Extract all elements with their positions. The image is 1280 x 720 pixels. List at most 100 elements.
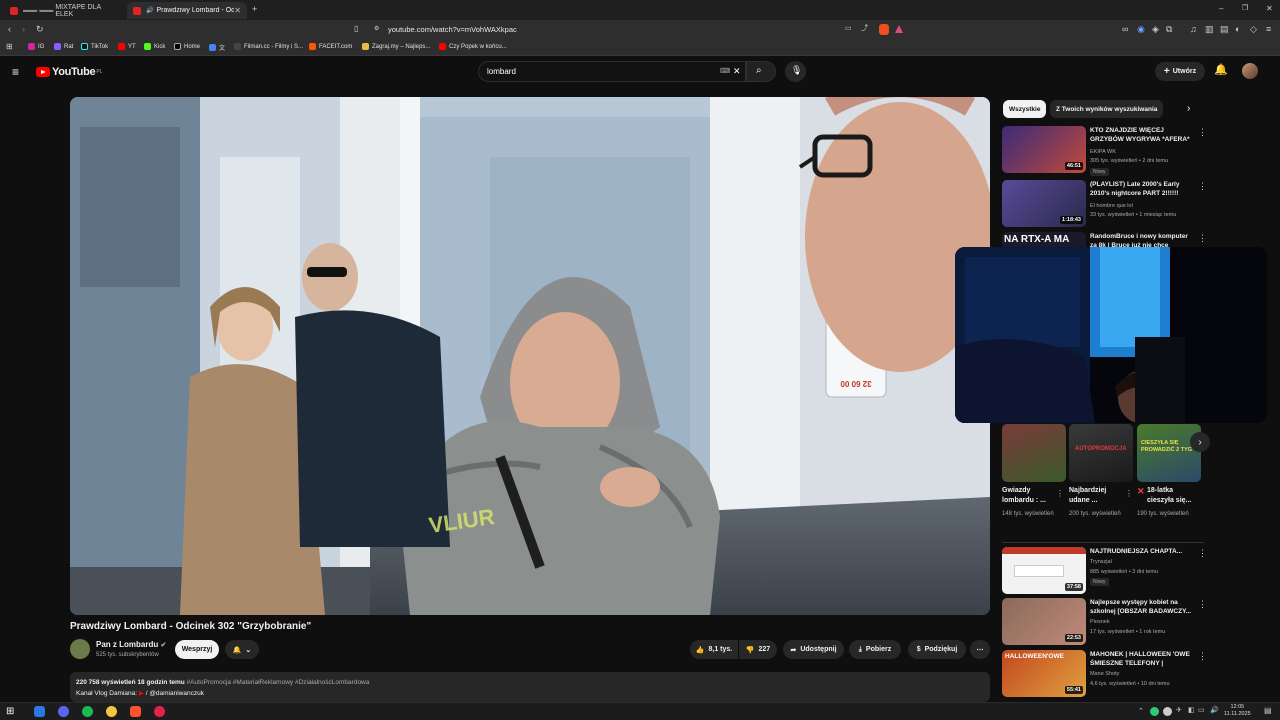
bookmark-faceit[interactable]: FACEIT.com: [309, 43, 352, 50]
more-vert-icon[interactable]: ⋮: [1198, 599, 1207, 610]
back-icon[interactable]: ‹: [8, 25, 11, 34]
more-vert-icon[interactable]: ⋮: [1056, 490, 1064, 498]
recommendation-item[interactable]: HALLOWEEN'OWE 55:41 MAHONEK | HALLOWEEN …: [1002, 650, 1207, 700]
video-player[interactable]: SOLID 32 60 00 VLIUR: [70, 97, 990, 615]
bookmark-rat[interactable]: Rat: [54, 43, 73, 50]
forward-icon[interactable]: ›: [22, 25, 25, 34]
chip-all[interactable]: Wszystkie: [1003, 100, 1047, 118]
reload-icon[interactable]: ↻: [36, 25, 44, 34]
dislike-button[interactable]: 👎 227: [739, 640, 777, 659]
new-tab-icon[interactable]: +: [252, 5, 257, 14]
leo-icon[interactable]: ◇: [1250, 25, 1257, 34]
bookmark-icon[interactable]: ▯: [354, 25, 358, 33]
bookmark-yt[interactable]: YT: [118, 43, 136, 50]
extension-icon[interactable]: ∞: [1122, 25, 1128, 34]
recommendation-item[interactable]: 37:58 NAJTRUDNIEJSZA CHAPTA... Trynszjal…: [1002, 547, 1207, 597]
recommendation-item[interactable]: 46:51 KTO ZNAJDZIE WIĘCEJ GRZYBÓW WYGRYW…: [1002, 126, 1207, 176]
bookmark-translate[interactable]: 文: [209, 43, 225, 52]
network-icon[interactable]: ▭: [1198, 706, 1205, 714]
tab-prawdziwy-lombard[interactable]: 🔊 Prawdziwy Lombard - Odcin ✕: [127, 2, 247, 19]
more-vert-icon[interactable]: ⋮: [1125, 490, 1133, 498]
channel-name[interactable]: Pan z Lombardu ✔: [96, 640, 166, 649]
volume-icon[interactable]: 🔊: [1210, 706, 1219, 714]
support-button[interactable]: Wesprzyj: [175, 640, 219, 659]
youtube-logo[interactable]: YouTube PL: [36, 66, 102, 78]
vpn-icon[interactable]: ◐: [1235, 25, 1240, 34]
chevron-right-icon[interactable]: ›: [1187, 104, 1190, 114]
notifications-dropdown[interactable]: 🔔 ⌄: [225, 640, 259, 659]
spotify-icon[interactable]: [82, 706, 93, 717]
windows-start-icon[interactable]: ⊞: [6, 706, 14, 717]
clear-search-icon[interactable]: ✕: [733, 67, 741, 76]
tab-mixtape[interactable]: ▬▬·▬▬ MIXTAPE DLA ELEK: [4, 2, 122, 19]
voice-search-button[interactable]: 🎙: [785, 61, 806, 82]
media-icon[interactable]: ♫: [1190, 25, 1197, 34]
share-button[interactable]: ➦ Udostępnij: [783, 640, 844, 659]
extension-icon[interactable]: ◈: [1152, 25, 1159, 34]
app-icon[interactable]: [154, 706, 165, 717]
description-box[interactable]: 220 758 wyświetleń 18 godzin temu #AutoP…: [70, 672, 990, 702]
menu-icon[interactable]: ≡: [1266, 25, 1271, 34]
close-tab-icon[interactable]: ✕: [234, 6, 241, 15]
sidebar-icon[interactable]: ▥: [1205, 25, 1214, 34]
bookmark-kick[interactable]: Kick: [144, 43, 165, 50]
create-button[interactable]: + Utwórz: [1155, 62, 1205, 81]
keyboard-icon[interactable]: ⌨: [720, 68, 730, 75]
share-page-icon[interactable]: ⤴: [861, 25, 868, 32]
like-button[interactable]: 👍 8,1 tys.: [690, 640, 738, 659]
brave-icon[interactable]: [130, 706, 141, 717]
shorts-next-button[interactable]: ›: [1190, 432, 1210, 452]
bookmark-ig[interactable]: IG: [28, 43, 44, 50]
rec-meta: 33 tys. wyświetleń • 1 miesiąc temu: [1090, 212, 1177, 218]
notification-center-icon[interactable]: ▤: [1264, 706, 1272, 715]
brave-rewards-icon[interactable]: [895, 25, 903, 33]
chrome-icon[interactable]: [106, 706, 117, 717]
minimize-icon[interactable]: –: [1219, 5, 1223, 13]
download-button[interactable]: ⤓ Pobierz: [849, 640, 901, 659]
channel-link[interactable]: / @damianiwanczuk: [146, 690, 204, 697]
channel-avatar[interactable]: [70, 639, 90, 659]
more-vert-icon[interactable]: ⋮: [1198, 181, 1207, 192]
recommendation-item[interactable]: 22:53 Najlepsze występy kobiet na szkoln…: [1002, 598, 1207, 648]
bookmark-home[interactable]: Home: [174, 43, 200, 50]
more-vert-icon[interactable]: ⋮: [1198, 233, 1207, 244]
recommendation-item[interactable]: 1:18:43 (PLAYLIST) Late 2000's Early 201…: [1002, 180, 1207, 230]
account-avatar[interactable]: [1242, 63, 1258, 79]
maximize-icon[interactable]: ❐: [1242, 5, 1248, 12]
site-info-icon[interactable]: ⚙: [374, 26, 379, 32]
bookmark-zagraj[interactable]: Zagraj.my – Najleps...: [362, 43, 430, 50]
hashtags[interactable]: #AutoPromocja #MateriałReklamowy #Działa…: [187, 679, 370, 686]
extensions-icon[interactable]: ⧉: [1166, 25, 1172, 34]
brave-shield-icon[interactable]: [879, 24, 889, 35]
close-window-icon[interactable]: ✕: [1266, 5, 1273, 13]
tray-app-icon[interactable]: ✈: [1176, 706, 1182, 714]
more-vert-icon[interactable]: ⋮: [1198, 651, 1207, 662]
chip-search-results[interactable]: Z Twoich wyników wyszukiwania: [1050, 100, 1164, 118]
extension-icon[interactable]: ◉: [1137, 25, 1145, 34]
tray-overflow-icon[interactable]: ⌃: [1138, 707, 1144, 715]
more-vert-icon[interactable]: ⋮: [1198, 548, 1207, 559]
file-explorer-icon[interactable]: [34, 706, 45, 717]
discord-icon[interactable]: [58, 706, 69, 717]
bookmark-popek[interactable]: Czy Popek w końcu...: [439, 43, 507, 50]
thanks-button[interactable]: $ Podziękuj: [908, 640, 966, 659]
tray-app-icon[interactable]: [1163, 707, 1172, 716]
more-actions-button[interactable]: ⋯: [970, 640, 990, 659]
notifications-bell-icon[interactable]: 🔔: [1214, 65, 1228, 76]
short-views: 200 tys. wyświetleń: [1069, 511, 1121, 517]
wallet-icon[interactable]: ▤: [1220, 25, 1229, 34]
search-input[interactable]: lombard ⌨ ✕: [478, 61, 746, 82]
recommendation-item[interactable]: NA RTX-A MA RandomBruce i nowy komputer …: [1002, 232, 1207, 248]
tray-app-icon[interactable]: ◧: [1188, 706, 1195, 714]
microphone-icon: 🎙: [791, 65, 803, 75]
apps-grid-icon[interactable]: ⊞: [6, 43, 13, 51]
more-vert-icon[interactable]: ⋮: [1198, 127, 1207, 138]
search-button[interactable]: ⌕: [746, 61, 776, 82]
bookmark-tiktok[interactable]: TikTok: [81, 43, 108, 50]
rec-channel: Piosnek: [1090, 619, 1110, 625]
taskbar-clock[interactable]: 12:05 11.11.2025: [1224, 704, 1251, 718]
tray-app-icon[interactable]: [1150, 707, 1159, 716]
cast-icon[interactable]: ▭: [845, 25, 852, 32]
bookmark-filman[interactable]: Filman.cc - Filmy i S...: [234, 43, 303, 50]
hamburger-menu-icon[interactable]: ≡: [12, 66, 19, 78]
